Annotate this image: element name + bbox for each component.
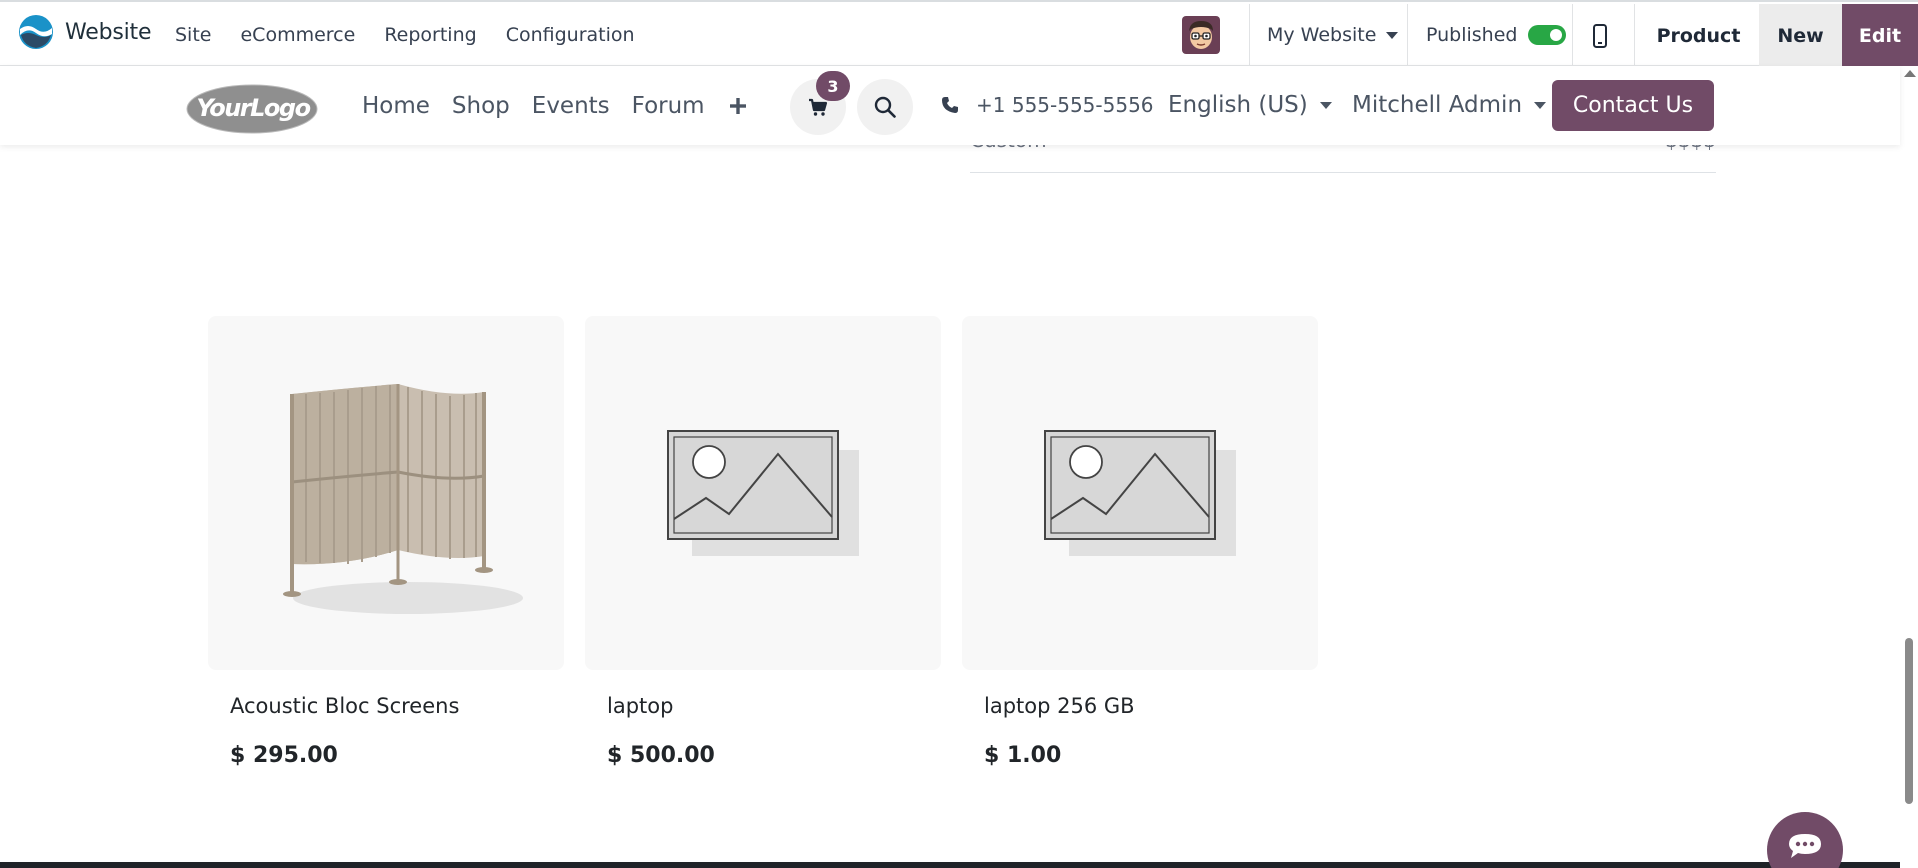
- site-header: YourLogo Home Shop Events Forum 3 +1 555…: [0, 66, 1900, 145]
- website-app-icon: [19, 15, 53, 49]
- product-name[interactable]: Acoustic Bloc Screens: [230, 694, 459, 718]
- acoustic-screen-image: [283, 384, 523, 614]
- image-placeholder-icon: [1044, 430, 1236, 556]
- scroll-up-arrow-icon[interactable]: [1904, 70, 1916, 77]
- toggle-switch[interactable]: [1528, 25, 1567, 45]
- logo-text: YourLogo: [196, 94, 311, 122]
- chevron-down-icon: [1534, 101, 1547, 109]
- menu-configuration[interactable]: Configuration: [506, 24, 635, 46]
- footer: [0, 862, 1900, 868]
- menu-ecommerce[interactable]: eCommerce: [240, 24, 355, 46]
- phone-number: +1 555-555-5556: [976, 93, 1154, 117]
- product-price: $ 500.00: [607, 743, 715, 768]
- nav-events[interactable]: Events: [532, 93, 610, 119]
- contact-us-button[interactable]: Contact Us: [1552, 80, 1714, 131]
- nav-shop[interactable]: Shop: [452, 93, 510, 119]
- product-name[interactable]: laptop 256 GB: [984, 694, 1135, 718]
- product-image[interactable]: [585, 316, 941, 670]
- product-price: $ 295.00: [230, 743, 338, 768]
- edit-button[interactable]: Edit: [1842, 4, 1918, 67]
- user-menu[interactable]: Mitchell Admin: [1352, 92, 1547, 118]
- divider: [1572, 4, 1573, 66]
- chat-bubble-icon: [1789, 834, 1821, 858]
- avatar-icon: [1182, 16, 1220, 54]
- admin-bar: Website Site eCommerce Reporting Configu…: [0, 0, 1918, 67]
- product-button[interactable]: Product: [1638, 4, 1759, 67]
- product-image[interactable]: [962, 316, 1318, 670]
- menu-site[interactable]: Site: [175, 24, 211, 46]
- search-icon: [874, 96, 896, 118]
- image-placeholder-icon: [667, 430, 859, 556]
- chevron-down-icon: [1386, 31, 1399, 39]
- product-price: $ 1.00: [984, 743, 1062, 768]
- user-name: Mitchell Admin: [1352, 92, 1523, 118]
- chevron-down-icon: [1319, 101, 1332, 109]
- divider: [1249, 4, 1250, 66]
- user-avatar[interactable]: [1182, 16, 1220, 54]
- publish-toggle[interactable]: Published: [1426, 24, 1567, 46]
- website-selector[interactable]: My Website: [1267, 24, 1399, 46]
- phone-icon: [942, 97, 958, 113]
- product-card[interactable]: laptop 256 GB $ 1.00: [962, 316, 1318, 768]
- nav-forum[interactable]: Forum: [632, 93, 705, 119]
- product-image[interactable]: [208, 316, 564, 670]
- nav-home[interactable]: Home: [362, 93, 430, 119]
- divider: [1407, 4, 1408, 66]
- plus-icon[interactable]: [729, 97, 747, 115]
- menu-reporting[interactable]: Reporting: [384, 24, 476, 46]
- search-button[interactable]: [857, 79, 913, 135]
- app-name: Website: [65, 19, 152, 45]
- phone-link[interactable]: +1 555-555-5556: [941, 93, 1154, 117]
- page-root: Website Site eCommerce Reporting Configu…: [0, 0, 1918, 868]
- main-nav: Home Shop Events Forum: [362, 93, 747, 119]
- published-label: Published: [1426, 24, 1518, 46]
- language-selector[interactable]: English (US): [1168, 92, 1332, 118]
- language-label: English (US): [1168, 92, 1308, 118]
- cart-count-badge: 3: [816, 71, 850, 101]
- live-chat-button[interactable]: [1767, 812, 1843, 868]
- product-name[interactable]: laptop: [607, 694, 673, 718]
- divider: [1634, 4, 1635, 66]
- mobile-preview-icon[interactable]: [1592, 24, 1608, 48]
- product-card[interactable]: laptop $ 500.00: [585, 316, 941, 768]
- product-card[interactable]: Acoustic Bloc Screens $ 295.00: [208, 316, 564, 768]
- new-button[interactable]: New: [1759, 4, 1842, 67]
- app-brand[interactable]: Website: [18, 14, 152, 50]
- admin-menu: Site eCommerce Reporting Configuration: [175, 24, 664, 46]
- scrollbar-thumb[interactable]: [1905, 638, 1913, 804]
- website-selector-label: My Website: [1267, 24, 1377, 46]
